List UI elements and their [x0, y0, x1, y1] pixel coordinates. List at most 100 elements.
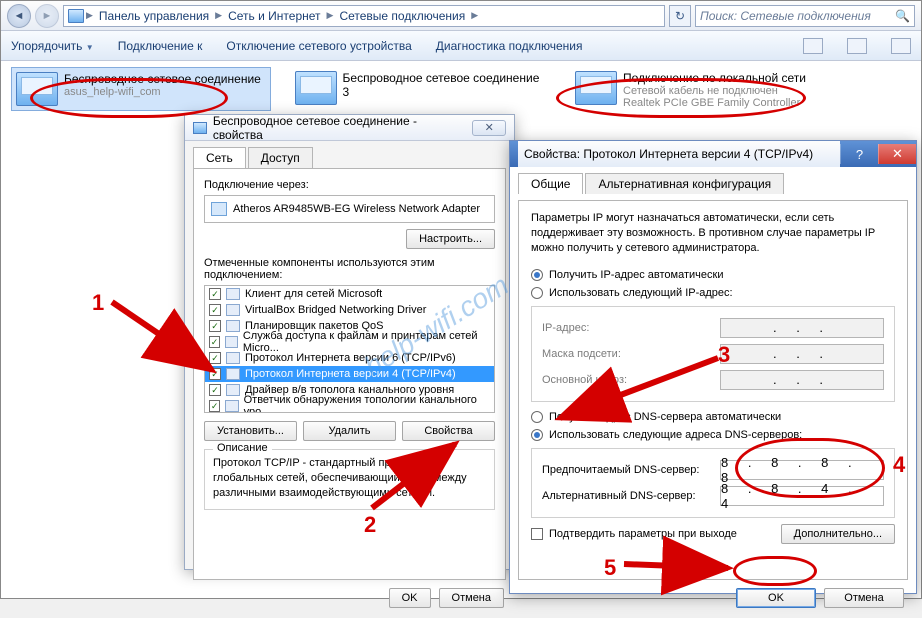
- install-button[interactable]: Установить...: [204, 421, 297, 441]
- service-icon: [226, 320, 240, 332]
- radio-icon: [531, 269, 543, 281]
- component-row-ipv4[interactable]: ✓Протокол Интернета версии 4 (TCP/IPv4): [205, 366, 494, 382]
- network-adapter-icon: [575, 71, 617, 105]
- subnet-mask-field: . . .: [720, 344, 884, 364]
- back-button[interactable]: ◄: [7, 4, 31, 28]
- view-layout-icon[interactable]: [803, 38, 823, 54]
- adapter-selector[interactable]: Atheros AR9485WB-EG Wireless Network Ada…: [204, 195, 495, 223]
- explorer-nav: ◄ ► ▶ Панель управления ▶ Сеть и Интерне…: [1, 1, 921, 31]
- diagnose-connection-button[interactable]: Диагностика подключения: [436, 39, 583, 53]
- checkbox-icon: [531, 528, 543, 540]
- adapter-name: Atheros AR9485WB-EG Wireless Network Ada…: [233, 203, 480, 215]
- refresh-button[interactable]: ↻: [669, 5, 691, 27]
- info-text: Параметры IP могут назначаться автоматич…: [531, 211, 895, 256]
- connection-name: Подключение по локальной сети: [623, 71, 806, 85]
- breadcrumb-3[interactable]: Сетевые подключения: [335, 9, 469, 23]
- chevron-right-icon: ▶: [86, 10, 93, 21]
- alt-dns-label: Альтернативный DNS-сервер:: [542, 490, 712, 502]
- component-row[interactable]: ✓Ответчик обнаружения топологии канально…: [205, 398, 494, 413]
- tab-alt-config[interactable]: Альтернативная конфигурация: [585, 173, 784, 194]
- connection-name: Беспроводное сетевое соединение: [64, 72, 261, 86]
- chevron-right-icon: ▶: [471, 10, 478, 21]
- description-text: Протокол TCP/IP - стандартный протокол г…: [213, 456, 486, 501]
- connection-properties-dialog: Беспроводное сетевое соединение - свойст…: [184, 114, 515, 570]
- organize-menu[interactable]: Упорядочить ▼: [11, 39, 94, 53]
- view-details-icon[interactable]: [847, 38, 867, 54]
- dialog-titlebar[interactable]: Беспроводное сетевое соединение - свойст…: [185, 115, 514, 141]
- tab-access[interactable]: Доступ: [248, 147, 313, 168]
- connections-area: Беспроводное сетевое соединение asus_hel…: [1, 61, 921, 113]
- ip-address-field: . . .: [720, 318, 884, 338]
- service-icon: [226, 304, 240, 316]
- dialog-title: Беспроводное сетевое соединение - свойст…: [213, 114, 467, 142]
- protocol-icon: [226, 352, 240, 364]
- component-row[interactable]: ✓Клиент для сетей Microsoft: [205, 286, 494, 302]
- ipv4-properties-dialog: Свойства: Протокол Интернета версии 4 (T…: [509, 140, 917, 594]
- cancel-button[interactable]: Отмена: [439, 588, 504, 608]
- configure-button[interactable]: Настроить...: [406, 229, 495, 249]
- pref-dns-field[interactable]: 8 . 8 . 8 . 8: [720, 460, 884, 480]
- close-icon[interactable]: ✕: [878, 144, 916, 164]
- address-bar[interactable]: ▶ Панель управления ▶ Сеть и Интернет ▶ …: [63, 5, 665, 27]
- ok-button[interactable]: OK: [389, 588, 431, 608]
- gateway-label: Основной шлюз:: [542, 374, 712, 386]
- service-icon: [226, 288, 240, 300]
- confirm-on-exit-checkbox[interactable]: Подтвердить параметры при выходе Дополни…: [531, 524, 895, 544]
- radio-manual-ip[interactable]: Использовать следующий IP-адрес:: [531, 284, 895, 302]
- connection-name: Беспроводное сетевое соединение 3: [343, 71, 547, 99]
- advanced-button[interactable]: Дополнительно...: [781, 524, 895, 544]
- radio-icon: [531, 411, 543, 423]
- components-list[interactable]: ✓Клиент для сетей Microsoft ✓VirtualBox …: [204, 285, 495, 413]
- radio-manual-dns[interactable]: Использовать следующие адреса DNS-сервер…: [531, 426, 895, 444]
- component-row[interactable]: ✓Протокол Интернета версии 6 (TCP/IPv6): [205, 350, 494, 366]
- cancel-button[interactable]: Отмена: [824, 588, 904, 608]
- radio-icon: [531, 287, 543, 299]
- dialog-title: Свойства: Протокол Интернета версии 4 (T…: [518, 141, 840, 167]
- network-icon: [193, 122, 207, 134]
- connection-status: Сетевой кабель не подключен: [623, 85, 806, 97]
- toolbar: Упорядочить ▼ Подключение к Отключение с…: [1, 31, 921, 61]
- general-panel: Параметры IP могут назначаться автоматич…: [518, 200, 908, 580]
- alt-dns-field[interactable]: 8 . 8 . 4 . 4: [720, 486, 884, 506]
- dns-settings-group: Предпочитаемый DNS-сервер:8 . 8 . 8 . 8 …: [531, 448, 895, 518]
- gateway-field: . . .: [720, 370, 884, 390]
- search-icon: 🔍: [895, 9, 910, 23]
- connection-lan[interactable]: Подключение по локальной сети Сетевой ка…: [571, 67, 831, 113]
- radio-auto-ip[interactable]: Получить IP-адрес автоматически: [531, 266, 895, 284]
- close-icon[interactable]: ✕: [472, 120, 506, 136]
- pref-dns-label: Предпочитаемый DNS-сервер:: [542, 464, 712, 476]
- help-icon[interactable]: [891, 38, 911, 54]
- computer-icon: [68, 9, 84, 23]
- disable-device-button[interactable]: Отключение сетевого устройства: [226, 39, 411, 53]
- breadcrumb-1[interactable]: Панель управления: [95, 9, 213, 23]
- search-input[interactable]: Поиск: Сетевые подключения 🔍: [695, 5, 915, 27]
- help-icon[interactable]: ?: [840, 144, 878, 164]
- forward-button[interactable]: ►: [35, 4, 59, 28]
- ok-button[interactable]: OK: [736, 588, 816, 608]
- remove-button[interactable]: Удалить: [303, 421, 396, 441]
- connect-via-label: Подключение через:: [204, 179, 495, 191]
- dialog-titlebar[interactable]: Свойства: Протокол Интернета версии 4 (T…: [510, 141, 916, 167]
- tabs: Общие Альтернативная конфигурация: [510, 167, 916, 194]
- radio-auto-dns[interactable]: Получить адрес DNS-сервера автоматически: [531, 408, 895, 426]
- tab-general[interactable]: Общие: [518, 173, 583, 194]
- properties-button[interactable]: Свойства: [402, 421, 495, 441]
- driver-icon: [226, 384, 240, 396]
- description-group: Описание Протокол TCP/IP - стандартный п…: [204, 449, 495, 510]
- subnet-mask-label: Маска подсети:: [542, 348, 712, 360]
- network-adapter-icon: [295, 71, 337, 105]
- component-row[interactable]: ✓VirtualBox Bridged Networking Driver: [205, 302, 494, 318]
- connection-wireless-1[interactable]: Беспроводное сетевое соединение asus_hel…: [11, 67, 271, 111]
- connection-wireless-3[interactable]: Беспроводное сетевое соединение 3: [291, 67, 551, 109]
- connection-ssid: asus_help-wifi_com: [64, 86, 261, 98]
- component-row[interactable]: ✓Служба доступа к файлам и принтерам сет…: [205, 334, 494, 350]
- tab-network[interactable]: Сеть: [193, 147, 246, 168]
- tabs: Сеть Доступ: [185, 141, 514, 168]
- adapter-icon: [211, 202, 227, 216]
- search-placeholder: Поиск: Сетевые подключения: [700, 9, 871, 23]
- breadcrumb-2[interactable]: Сеть и Интернет: [224, 9, 324, 23]
- connect-to-button[interactable]: Подключение к: [118, 39, 203, 53]
- description-title: Описание: [213, 442, 272, 454]
- network-adapter-icon: [16, 72, 58, 106]
- chevron-right-icon: ▶: [327, 10, 334, 21]
